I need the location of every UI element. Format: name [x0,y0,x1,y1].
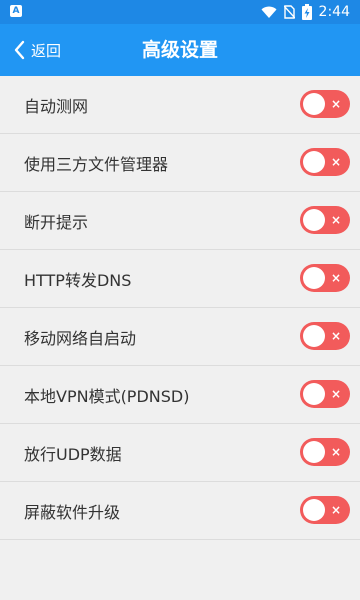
setting-label: 断开提示 [24,212,89,232]
toggle-knob [303,325,325,347]
nav-bar: 返回 高级设置 [0,24,360,76]
close-icon: × [330,97,341,111]
setting-label: 放行UDP数据 [24,444,122,464]
setting-label: 移动网络自启动 [24,328,137,348]
battery-icon [301,4,312,20]
setting-label: 自动测网 [24,96,89,116]
status-indicators: 2:44 [261,3,350,21]
allow-udp-toggle[interactable]: × [300,438,350,466]
http-forward-dns-toggle[interactable]: × [300,264,350,292]
close-icon: × [330,329,341,343]
close-icon: × [330,213,341,227]
status-time: 2:44 [318,4,350,20]
toggle-knob [303,93,325,115]
toggle-knob [303,383,325,405]
back-button[interactable]: 返回 [10,24,61,76]
setting-row-auto-speed-test: 自动测网 × [0,76,360,134]
close-icon: × [330,155,341,169]
close-icon: × [330,445,341,459]
toggle-knob [303,441,325,463]
third-party-file-manager-toggle[interactable]: × [300,148,350,176]
toggle-knob [303,499,325,521]
auto-speed-test-toggle[interactable]: × [300,90,350,118]
setting-row-third-party-file-manager: 使用三方文件管理器 × [0,134,360,192]
close-icon: × [330,271,341,285]
toggle-knob [303,267,325,289]
setting-row-local-vpn-mode: 本地VPN模式(PDNSD) × [0,366,360,424]
no-sim-icon [283,5,295,19]
toggle-knob [303,151,325,173]
wifi-icon [261,6,277,18]
disconnect-alert-toggle[interactable]: × [300,206,350,234]
setting-row-mobile-autostart: 移动网络自启动 × [0,308,360,366]
close-icon: × [330,503,341,517]
setting-row-disconnect-alert: 断开提示 × [0,192,360,250]
setting-label: HTTP转发DNS [24,270,132,290]
close-icon: × [330,387,341,401]
setting-label: 屏蔽软件升级 [24,502,121,522]
local-vpn-mode-toggle[interactable]: × [300,380,350,408]
back-label: 返回 [31,41,62,60]
status-bar: A 2:44 [0,0,360,24]
setting-label: 使用三方文件管理器 [24,154,169,174]
notification-app-icon: A [10,5,22,17]
setting-row-http-forward-dns: HTTP转发DNS × [0,250,360,308]
mobile-autostart-toggle[interactable]: × [300,322,350,350]
setting-row-block-updates: 屏蔽软件升级 × [0,482,360,540]
block-updates-toggle[interactable]: × [300,496,350,524]
settings-list: 自动测网 × 使用三方文件管理器 × 断开提示 × HTTP转发DNS × 移动… [0,76,360,540]
setting-row-allow-udp: 放行UDP数据 × [0,424,360,482]
setting-label: 本地VPN模式(PDNSD) [24,386,190,406]
chevron-left-icon [14,40,25,60]
toggle-knob [303,209,325,231]
